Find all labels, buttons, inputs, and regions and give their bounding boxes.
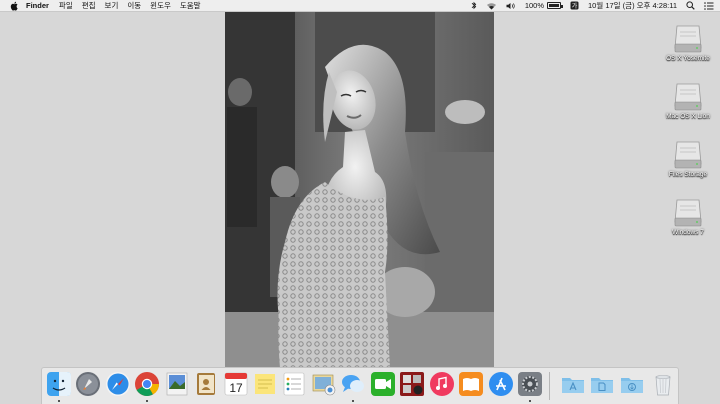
desktop-drive-os-x-yosemite[interactable]: OS X Yosemite	[653, 22, 720, 62]
desktop-icon-label: Mac OS X Lion	[666, 113, 710, 120]
dock-launchpad-icon[interactable]	[75, 371, 101, 397]
dock-contacts-icon[interactable]	[193, 371, 219, 397]
dock-chrome-icon[interactable]	[134, 371, 160, 397]
menu-window[interactable]: 윈도우	[150, 0, 171, 11]
battery-status[interactable]: 100%	[524, 1, 564, 10]
dock-separator	[549, 372, 550, 400]
spotlight-search-icon[interactable]	[686, 1, 695, 10]
notification-center-icon[interactable]	[704, 1, 714, 10]
dock-system-preferences-icon[interactable]	[517, 371, 543, 397]
bluetooth-icon[interactable]	[471, 1, 477, 10]
dock-photo-booth-icon[interactable]	[399, 371, 425, 397]
menu-file[interactable]: 파일	[59, 0, 73, 11]
dock-app-store-icon[interactable]	[488, 371, 514, 397]
apple-menu-icon[interactable]	[8, 0, 20, 12]
menu-help[interactable]: 도움말	[180, 0, 201, 11]
desktop-photo	[225, 12, 494, 368]
desktop-icon-label: Files Storage	[668, 171, 708, 178]
dock-trash-icon[interactable]	[650, 371, 676, 397]
dock-photo-browser-icon[interactable]	[311, 371, 337, 397]
input-source-icon[interactable]: 가	[570, 1, 579, 10]
dock-finder-icon[interactable]	[46, 371, 72, 397]
running-indicator	[352, 400, 354, 402]
dock-stickies-icon[interactable]	[252, 371, 278, 397]
dock-ibooks-icon[interactable]	[458, 371, 484, 397]
dock-safari-icon[interactable]	[105, 371, 131, 397]
menu-edit[interactable]: 편집	[82, 0, 96, 11]
wifi-icon[interactable]	[486, 2, 497, 10]
menu-bar: Finder 파일 편집 보기 이동 윈도우 도움말 100% 가 10월 17…	[0, 0, 720, 12]
calendar-day: 17	[229, 381, 243, 395]
dock-messages-icon[interactable]	[340, 371, 366, 397]
running-indicator	[146, 400, 148, 402]
dock: 17	[41, 367, 679, 404]
battery-icon	[547, 2, 564, 9]
desktop-drive-mac-os-x-lion[interactable]: Mac OS X Lion	[653, 80, 720, 120]
svg-text:가: 가	[572, 2, 578, 10]
hard-drive-icon	[674, 199, 702, 227]
menu-view[interactable]: 보기	[105, 0, 119, 11]
running-indicator	[58, 400, 60, 402]
menu-finder[interactable]: Finder	[26, 1, 49, 10]
running-indicator	[529, 400, 531, 402]
desktop-icon-label: Windows 7	[672, 229, 704, 236]
desktop-drive-files-storage[interactable]: Files Storage	[653, 138, 720, 178]
dock-preview-icon[interactable]	[164, 371, 190, 397]
menu-go[interactable]: 이동	[127, 0, 141, 11]
dock-calendar-icon[interactable]: 17	[223, 371, 249, 397]
volume-icon[interactable]	[506, 2, 516, 10]
desktop-drive-windows-7[interactable]: Windows 7	[653, 196, 720, 236]
clock[interactable]: 10월 17일 (금) 오후 4:28:11	[588, 0, 677, 11]
dock-reminders-icon[interactable]	[281, 371, 307, 397]
battery-percent: 100%	[524, 1, 545, 10]
dock-downloads-folder-icon[interactable]	[619, 371, 645, 397]
dock-facetime-icon[interactable]	[370, 371, 396, 397]
desktop-icon-label: OS X Yosemite	[666, 55, 710, 62]
hard-drive-icon	[674, 141, 702, 169]
hard-drive-icon	[674, 25, 702, 53]
dock-applications-folder-icon[interactable]	[560, 371, 586, 397]
dock-itunes-icon[interactable]	[429, 371, 455, 397]
hard-drive-icon	[674, 83, 702, 111]
dock-documents-folder-icon[interactable]	[589, 371, 615, 397]
